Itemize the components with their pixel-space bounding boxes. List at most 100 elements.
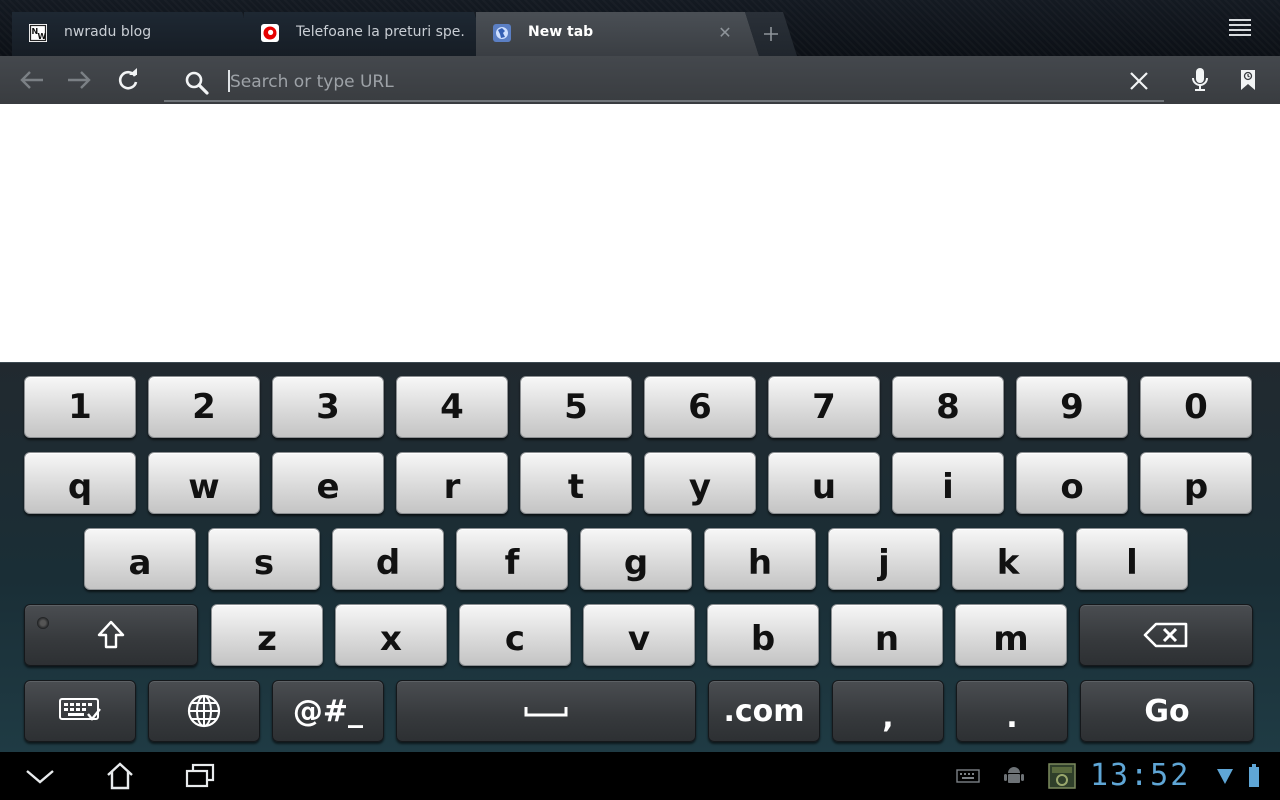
key-0[interactable]: 0 — [1140, 376, 1252, 438]
key-u[interactable]: u — [768, 452, 880, 514]
svg-text:W: W — [38, 32, 47, 41]
tab-telefoane[interactable]: Telefoane la preturi spe... — [244, 12, 488, 56]
key-label: Go — [1144, 693, 1190, 729]
key-label: 7 — [812, 387, 836, 427]
key-label: 4 — [440, 387, 464, 427]
key-e[interactable]: e — [272, 452, 384, 514]
key-label: n — [874, 619, 900, 659]
key-label: j — [878, 543, 890, 583]
key-b[interactable]: b — [707, 604, 819, 666]
key-n[interactable]: n — [831, 604, 943, 666]
tab-new-tab[interactable]: New tab ✕ — [476, 12, 759, 56]
shift-key[interactable] — [24, 604, 198, 666]
reload-button[interactable] — [112, 64, 144, 96]
key-2[interactable]: 2 — [148, 376, 260, 438]
forward-button[interactable] — [63, 64, 95, 96]
backspace-key[interactable] — [1079, 604, 1253, 666]
hide-keyboard-button[interactable] — [18, 760, 62, 792]
plus-icon — [762, 25, 780, 43]
language-key[interactable] — [148, 680, 260, 742]
key-f[interactable]: f — [456, 528, 568, 590]
key-z[interactable]: z — [211, 604, 323, 666]
key-label: 9 — [1060, 387, 1084, 427]
vodafone-favicon-icon — [261, 24, 279, 42]
battery-icon — [1244, 760, 1264, 792]
key-t[interactable]: t — [520, 452, 632, 514]
text-cursor — [228, 70, 230, 92]
key-6[interactable]: 6 — [644, 376, 756, 438]
url-bar[interactable] — [164, 64, 1164, 102]
key-v[interactable]: v — [583, 604, 695, 666]
comma-key[interactable]: , — [832, 680, 944, 742]
key-h[interactable]: h — [704, 528, 816, 590]
key-i[interactable]: i — [892, 452, 1004, 514]
clear-url-icon[interactable] — [1128, 70, 1150, 96]
key-label: 1 — [68, 387, 92, 427]
clock[interactable]: 13:52 — [1090, 760, 1190, 792]
url-input[interactable] — [228, 69, 1092, 95]
key-c[interactable]: c — [459, 604, 571, 666]
go-key[interactable]: Go — [1080, 680, 1254, 742]
key-label: @#_ — [292, 693, 364, 729]
tab-title: New tab — [528, 24, 594, 40]
close-tab-icon[interactable]: ✕ — [715, 23, 735, 43]
key-label: x — [380, 619, 402, 659]
key-g[interactable]: g — [580, 528, 692, 590]
key-y[interactable]: y — [644, 452, 756, 514]
key-m[interactable]: m — [955, 604, 1067, 666]
key-label: 2 — [192, 387, 216, 427]
symbols-key[interactable]: @#_ — [272, 680, 384, 742]
shift-arrow-icon — [97, 620, 125, 649]
key-label: 0 — [1184, 387, 1208, 427]
nw-favicon-icon: N W — [29, 24, 47, 42]
home-button[interactable] — [98, 760, 142, 792]
key-label: v — [627, 619, 651, 659]
key-label: t — [567, 467, 585, 507]
key-q[interactable]: q — [24, 452, 136, 514]
system-bar: 13:52 — [0, 752, 1280, 800]
key-k[interactable]: k — [952, 528, 1064, 590]
home-icon — [107, 762, 133, 790]
bookmarks-button[interactable] — [1232, 64, 1264, 96]
key-5[interactable]: 5 — [520, 376, 632, 438]
android-debug-icon — [992, 760, 1036, 792]
dotcom-key[interactable]: .com — [708, 680, 820, 742]
menu-icon — [1229, 19, 1251, 36]
back-button[interactable] — [16, 64, 48, 96]
key-a[interactable]: a — [84, 528, 196, 590]
key-j[interactable]: j — [828, 528, 940, 590]
key-w[interactable]: w — [148, 452, 260, 514]
page-content[interactable] — [0, 104, 1280, 362]
key-label: , — [882, 699, 894, 735]
keyboard-settings-key[interactable] — [24, 680, 136, 742]
menu-button[interactable] — [1226, 16, 1254, 40]
voice-search-button[interactable] — [1184, 64, 1216, 96]
tab-nwradu-blog[interactable]: N W nwradu blog — [12, 12, 256, 56]
tab-title: nwradu blog — [64, 24, 152, 40]
key-r[interactable]: r — [396, 452, 508, 514]
key-label: p — [1183, 467, 1209, 507]
period-key[interactable]: . — [956, 680, 1068, 742]
wifi-signal-icon — [1214, 760, 1236, 792]
key-x[interactable]: x — [335, 604, 447, 666]
key-p[interactable]: p — [1140, 452, 1252, 514]
key-d[interactable]: d — [332, 528, 444, 590]
key-label: 6 — [688, 387, 712, 427]
recent-apps-button[interactable] — [178, 760, 222, 792]
key-label: k — [996, 543, 1020, 583]
key-9[interactable]: 9 — [1016, 376, 1128, 438]
key-s[interactable]: s — [208, 528, 320, 590]
key-o[interactable]: o — [1016, 452, 1128, 514]
key-8[interactable]: 8 — [892, 376, 1004, 438]
key-7[interactable]: 7 — [768, 376, 880, 438]
key-1[interactable]: 1 — [24, 376, 136, 438]
key-label: z — [257, 619, 277, 659]
key-l[interactable]: l — [1076, 528, 1188, 590]
key-label: f — [504, 543, 520, 583]
key-4[interactable]: 4 — [396, 376, 508, 438]
backspace-icon — [1143, 622, 1188, 648]
bookmark-icon — [1241, 70, 1255, 90]
spacebar[interactable] — [396, 680, 696, 742]
key-label: a — [128, 543, 152, 583]
key-3[interactable]: 3 — [272, 376, 384, 438]
